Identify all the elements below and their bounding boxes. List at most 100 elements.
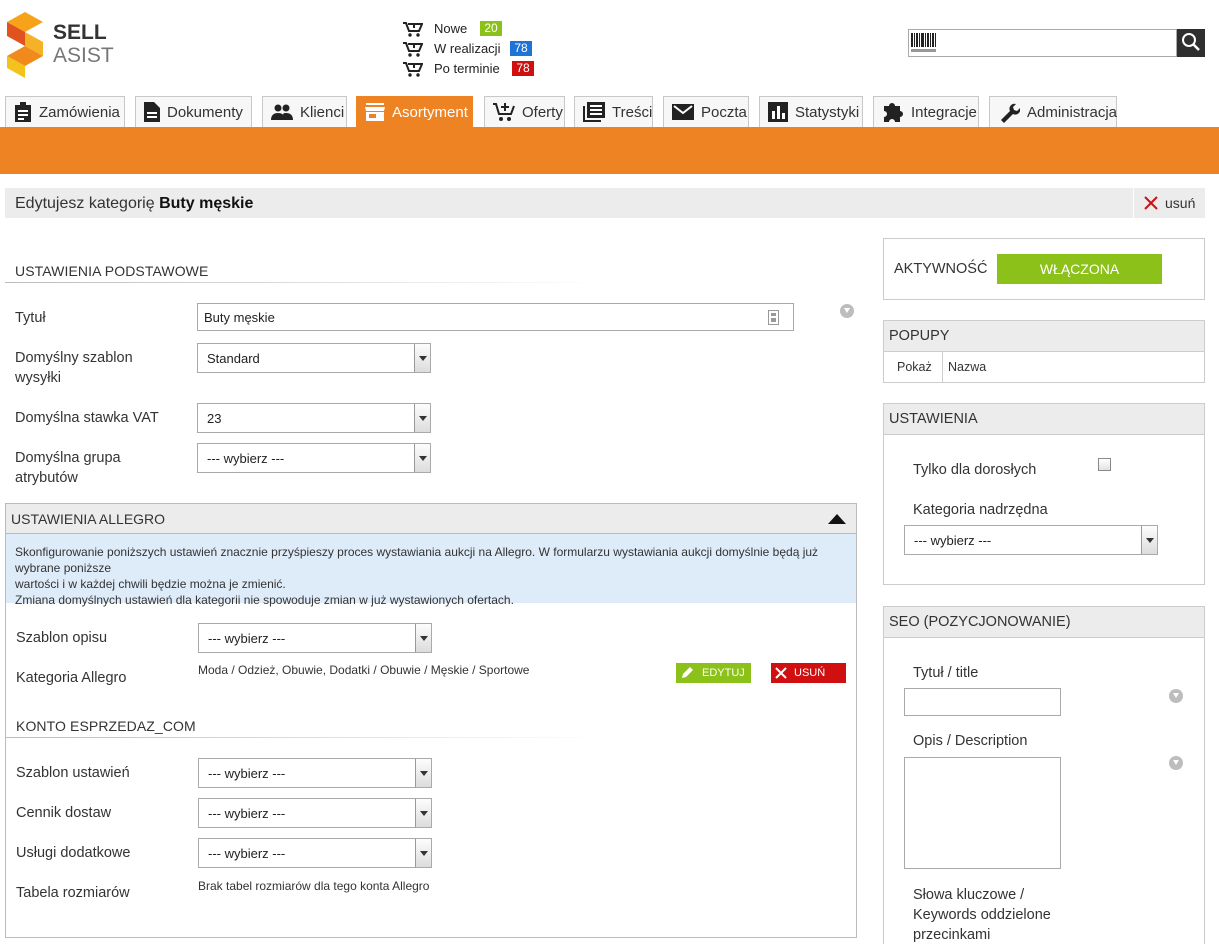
section-title-basic: USTAWIENIA PODSTAWOWE [15,263,209,279]
search-button[interactable] [1177,29,1205,57]
keywords-label-line: Słowa kluczowe / [913,887,1025,903]
chevron-down-icon [414,444,430,472]
cart-add-icon [493,103,515,121]
help-icon[interactable] [1169,689,1183,703]
sellasist-logo[interactable]: SELL ASIST [5,12,115,78]
order-count-badge: 20 [480,21,502,36]
settings-template-select[interactable]: --- wybierz --- [198,758,432,788]
delete-category-button[interactable]: usuń [1133,188,1205,218]
remove-category-button[interactable]: USUŃ [771,663,846,683]
order-status-label: W realizacji [434,41,501,56]
description-template-select[interactable]: --- wybierz --- [198,623,432,653]
col-header-name: Nazwa [948,360,987,374]
parent-category-label: Kategoria nadrzędna [913,502,1048,518]
vat-select[interactable]: 23 [197,403,431,433]
order-count-badge: 78 [512,61,534,76]
tab-label: Asortyment [392,103,468,121]
chevron-down-icon [415,799,431,827]
edit-category-button[interactable]: EDYTUJ [676,663,751,683]
allegro-category-label: Kategoria Allegro [16,670,127,686]
seo-title-input[interactable] [904,688,1061,716]
tab-dokumenty[interactable]: Dokumenty [135,96,252,127]
tab-label: Poczta [701,103,747,121]
barcode-search-input[interactable] [908,29,1177,57]
adults-only-checkbox[interactable] [1098,458,1111,471]
tab-label: Integracje [911,103,977,121]
extra-services-select[interactable]: --- wybierz --- [198,838,432,868]
chevron-down-icon [415,759,431,787]
tab-tresci[interactable]: Treści [574,96,653,127]
order-status-label: Po terminie [434,61,500,76]
delivery-pricelist-label: Cennik dostaw [16,805,112,821]
allegro-info-box: Skonfigurowanie poniższych ustawień znac… [6,534,856,607]
title-input[interactable]: Buty męskie [197,303,794,331]
help-icon[interactable] [1169,756,1183,770]
tab-asortyment[interactable]: Asortyment [356,96,473,127]
tab-klienci[interactable]: Klienci [262,96,347,127]
allegro-settings-header[interactable]: USTAWIENIA ALLEGRO [5,503,857,534]
attribute-group-label: Domyślna grupa atrybutów [15,450,121,486]
cart-alert-icon [403,22,423,37]
info-line: Zmiana domyślnych ustawień dla kategorii… [15,593,514,607]
allegro-category-path: Moda / Odzież, Obuwie, Dodatki / Obuwie … [198,663,530,677]
cart-alert-icon [403,62,423,77]
pencil-icon [682,667,693,678]
select-value: --- wybierz --- [914,532,992,548]
activity-toggle[interactable]: WŁĄCZONA [997,254,1162,284]
popups-header: POPUPY [883,320,1205,352]
mail-icon [672,104,694,120]
list-icon [583,102,605,122]
chevron-down-icon [1141,526,1157,554]
tab-label: Dokumenty [167,103,243,121]
field-lock-icon [768,310,779,325]
collapse-arrow-icon[interactable] [828,514,846,524]
page-title-prefix: Edytujesz kategorię [15,195,155,212]
subnav-bar [0,127,1219,174]
barcode-icon [911,33,936,52]
tab-integracje[interactable]: Integracje [873,96,979,127]
select-value: 23 [207,410,222,426]
select-value: --- wybierz --- [208,805,286,821]
tab-statystyki[interactable]: Statystyki [759,96,863,127]
tab-poczta[interactable]: Poczta [663,96,749,127]
adults-only-label: Tylko dla dorosłych [913,462,1037,478]
category-name: Buty męskie [159,195,254,212]
description-template-label: Szablon opisu [16,630,108,646]
seo-keywords-label: Słowa kluczowe / Keywords oddzielone prz… [913,885,1051,945]
help-icon[interactable] [840,304,854,318]
column-divider [942,352,943,383]
close-icon [775,667,787,679]
cart-alert-icon [403,42,423,57]
divider [6,737,606,738]
info-line: wartości i w każdej chwili będzie można … [15,577,286,591]
keywords-label-line: przecinkami [913,927,991,943]
keywords-label-line: Keywords oddzielone [913,907,1051,923]
close-icon [1144,196,1158,210]
seo-description-label: Opis / Description [913,733,1028,749]
settings-header: USTAWIENIA [883,403,1205,435]
select-value: --- wybierz --- [208,845,286,861]
attribute-group-select[interactable]: --- wybierz --- [197,443,431,473]
shipping-template-select[interactable]: Standard [197,343,431,373]
size-table-value: Brak tabel rozmiarów dla tego konta Alle… [198,879,430,893]
delivery-pricelist-select[interactable]: --- wybierz --- [198,798,432,828]
info-line: Skonfigurowanie poniższych ustawień znac… [15,545,819,575]
tab-zamowienia[interactable]: Zamówienia [5,96,125,127]
page-title: Edytujesz kategorię Buty męskie [15,195,253,213]
chart-icon [768,102,788,122]
button-label: EDYTUJ [702,667,745,679]
tab-label: Treści [612,103,653,121]
clipboard-icon [15,102,31,122]
seo-description-textarea[interactable] [904,757,1061,869]
parent-category-select[interactable]: --- wybierz --- [904,525,1158,555]
select-value: --- wybierz --- [207,450,285,466]
title-input-value: Buty męskie [204,309,275,325]
divider [5,282,605,283]
people-icon [271,104,293,120]
tab-label: Zamówienia [39,103,120,121]
store-icon [365,103,385,121]
tab-oferty[interactable]: Oferty [484,96,565,127]
size-table-label: Tabela rozmiarów [16,885,130,901]
tab-administracja[interactable]: Administracja [989,96,1117,127]
extra-services-label: Usługi dodatkowe [16,845,131,861]
